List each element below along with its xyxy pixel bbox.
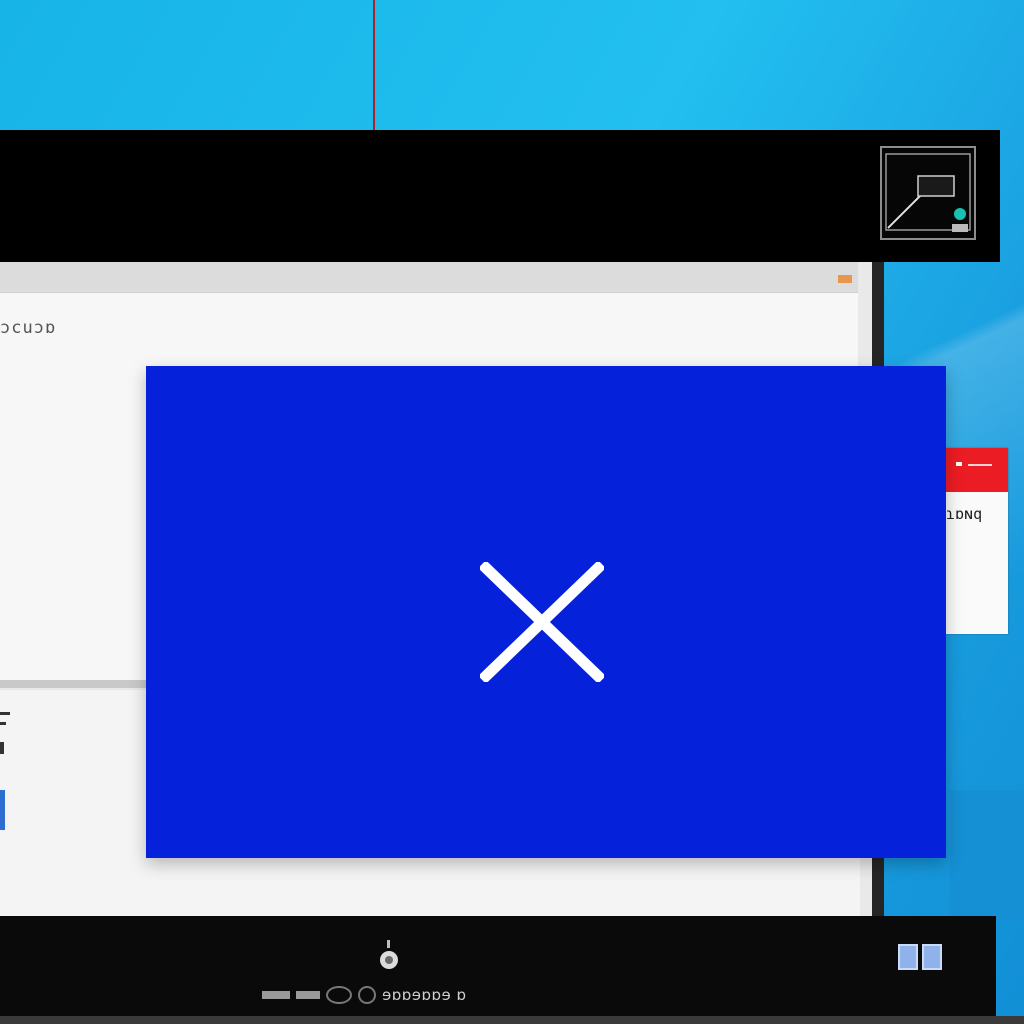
taskbar-status: ɘɒɒɘɒɒɘ ɒ <box>262 984 467 1006</box>
lower-tick <box>0 790 5 830</box>
pin-icon <box>380 940 398 969</box>
side-card-header <box>946 448 1008 492</box>
taskbar <box>0 916 996 1016</box>
lower-tick <box>0 722 6 725</box>
task-view-icon <box>898 944 918 970</box>
status-bar <box>296 991 320 999</box>
status-bar <box>262 991 290 999</box>
taskbar-status-text: ɘɒɒɘɒɒɘ ɒ <box>382 986 467 1004</box>
lower-tick <box>0 712 10 715</box>
right-strip <box>950 790 1024 920</box>
task-view-button[interactable] <box>898 944 944 970</box>
task-view-icon <box>922 944 942 970</box>
taskbar-edge <box>0 1016 1024 1024</box>
panel-toolbar <box>0 262 858 293</box>
camera-thumbnail-icon[interactable] <box>880 146 976 240</box>
status-circle-icon[interactable] <box>326 986 352 1004</box>
red-guide-line <box>373 0 375 130</box>
panel-label: ɔcuɔɒ <box>0 318 57 338</box>
close-button[interactable] <box>478 560 606 684</box>
toolbar-chip[interactable] <box>838 275 852 283</box>
side-card-text: ɿɒɴq <box>946 505 983 523</box>
pin-button[interactable] <box>378 940 400 974</box>
window-titlebar <box>0 130 1000 262</box>
status-circle-icon[interactable] <box>358 986 376 1004</box>
lower-tick <box>0 742 4 754</box>
close-icon <box>478 560 606 684</box>
